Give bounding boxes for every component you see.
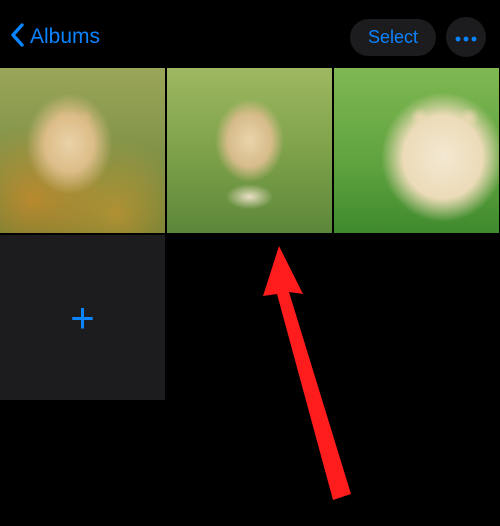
chevron-left-icon xyxy=(8,21,28,54)
ellipsis-icon xyxy=(455,30,477,45)
album-thumbnail[interactable] xyxy=(0,68,165,233)
add-album-button[interactable]: + xyxy=(0,235,165,400)
back-button[interactable]: Albums xyxy=(0,21,100,54)
back-label: Albums xyxy=(30,25,100,49)
nav-actions: Select xyxy=(350,17,486,57)
album-thumbnail[interactable] xyxy=(334,68,499,233)
navigation-bar: Albums Select xyxy=(0,0,500,68)
more-button[interactable] xyxy=(446,17,486,57)
plus-icon: + xyxy=(70,294,95,342)
album-thumbnail[interactable] xyxy=(167,68,332,233)
albums-grid: + xyxy=(0,68,500,400)
select-button[interactable]: Select xyxy=(350,19,436,56)
